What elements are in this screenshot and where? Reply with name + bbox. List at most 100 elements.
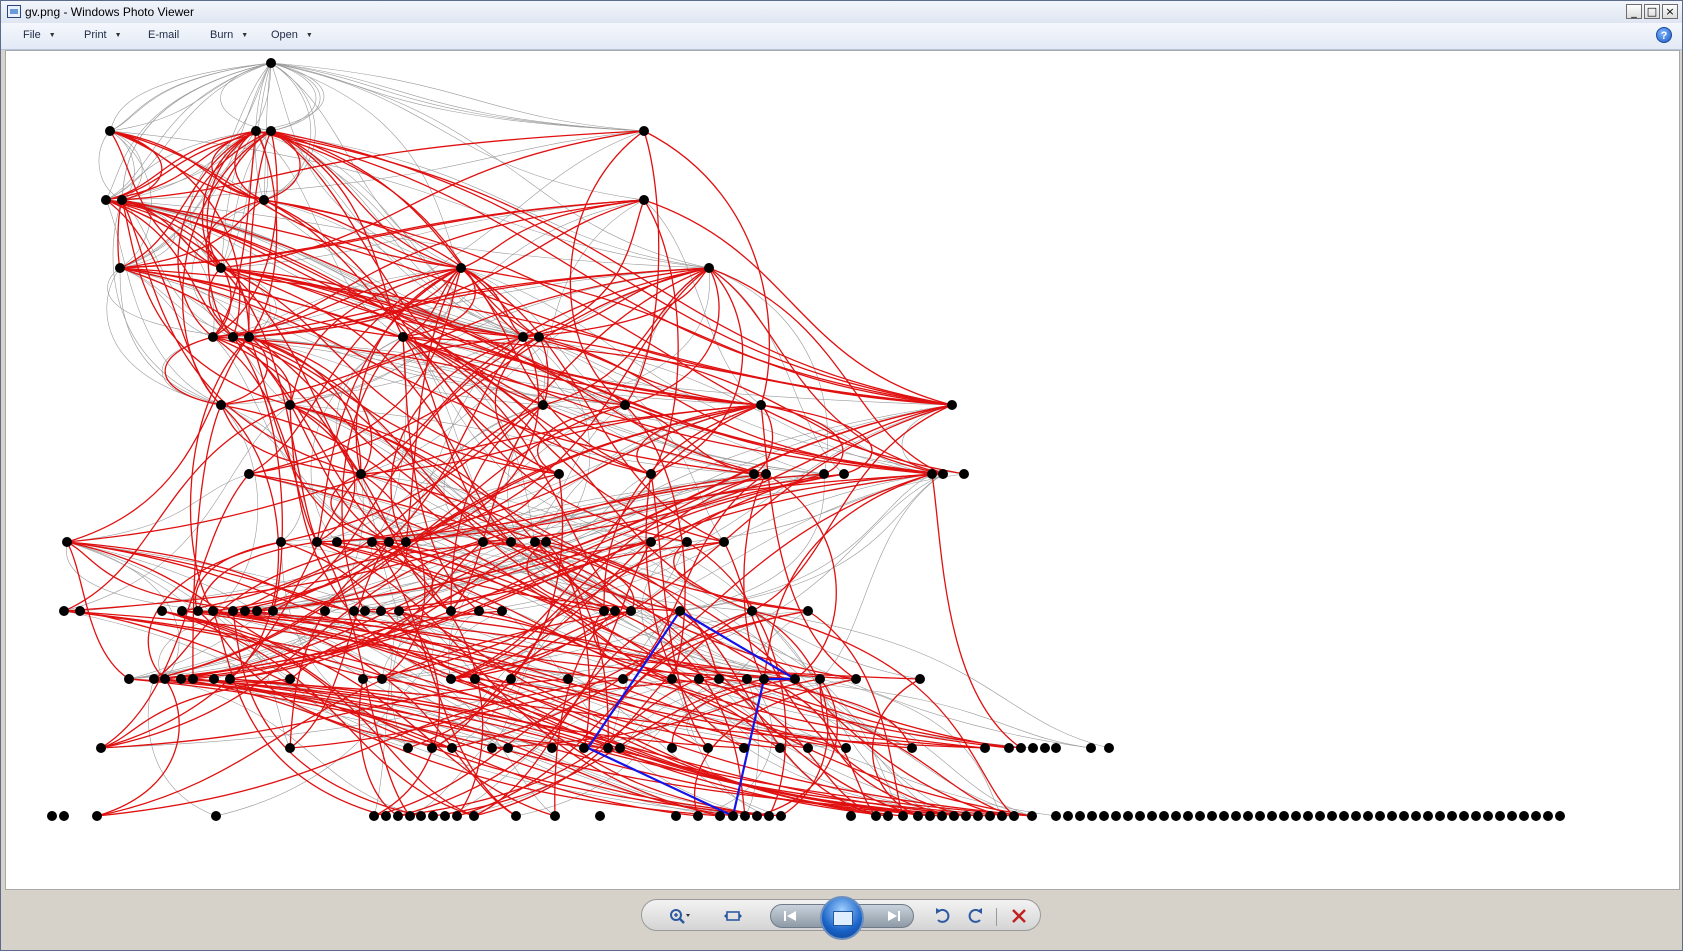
graph-node xyxy=(377,674,387,684)
graph-edge xyxy=(109,130,135,201)
graph-edge xyxy=(63,404,291,612)
graph-node xyxy=(530,537,540,547)
graph-node xyxy=(1543,811,1553,821)
graph-node xyxy=(1040,743,1050,753)
graph-node xyxy=(1123,811,1133,821)
graph-node xyxy=(693,811,703,821)
graph-node xyxy=(985,811,995,821)
graph-node xyxy=(915,674,925,684)
graph-node xyxy=(839,469,849,479)
graph-edge xyxy=(109,62,272,132)
menu-email[interactable]: E-mail xyxy=(148,29,179,41)
graph-node xyxy=(452,811,462,821)
graph-node xyxy=(1147,811,1157,821)
separator xyxy=(996,908,997,926)
graph-node xyxy=(428,811,438,821)
graph-node xyxy=(742,674,752,684)
graph-edge xyxy=(765,473,837,680)
graph-node xyxy=(160,674,170,684)
graph-node xyxy=(506,674,516,684)
next-icon[interactable] xyxy=(883,906,905,926)
graph-node xyxy=(456,263,466,273)
menu-print-label: Print xyxy=(84,29,107,41)
graph-node xyxy=(367,537,377,547)
graph-node xyxy=(1051,811,1061,821)
graph-node xyxy=(959,469,969,479)
graph-edge xyxy=(381,678,943,817)
graph-node xyxy=(1459,811,1469,821)
graph-node xyxy=(925,811,935,821)
graph-node xyxy=(320,606,330,616)
graph-node xyxy=(937,811,947,821)
graph-node xyxy=(1004,743,1014,753)
graph-node xyxy=(1303,811,1313,821)
close-button[interactable]: × xyxy=(1662,4,1678,19)
graph-edge xyxy=(147,678,217,817)
graph-node xyxy=(927,469,937,479)
graph-node xyxy=(1291,811,1301,821)
app-icon xyxy=(7,5,21,18)
graph-node xyxy=(1507,811,1517,821)
graph-edge xyxy=(460,199,645,269)
graph-node xyxy=(1267,811,1277,821)
rotate-counterclockwise-icon[interactable] xyxy=(932,906,954,926)
graph-node xyxy=(1375,811,1385,821)
graph-node xyxy=(554,469,564,479)
graph-node xyxy=(244,332,254,342)
menu-open[interactable]: Open ▼ xyxy=(271,29,313,41)
delete-icon[interactable] xyxy=(1008,906,1030,926)
graph-node xyxy=(312,537,322,547)
zoom-icon[interactable] xyxy=(668,906,690,926)
graph-node xyxy=(1135,811,1145,821)
graph-node xyxy=(447,743,457,753)
graph-node xyxy=(96,743,106,753)
graph-node xyxy=(682,537,692,547)
graph-node xyxy=(704,263,714,273)
graph-node xyxy=(216,263,226,273)
graph-node xyxy=(694,674,704,684)
graph-node xyxy=(1207,811,1217,821)
graph-edge xyxy=(624,130,660,406)
control-bar xyxy=(641,896,1041,940)
graph-node xyxy=(547,743,557,753)
chevron-down-icon: ▼ xyxy=(48,31,56,39)
previous-icon[interactable] xyxy=(779,906,801,926)
graph-node xyxy=(761,469,771,479)
graph-node xyxy=(149,674,159,684)
graph-edge xyxy=(212,404,259,612)
graph-edge xyxy=(542,404,825,475)
graph-node xyxy=(841,743,851,753)
image-view[interactable] xyxy=(5,50,1680,890)
graph-edge xyxy=(751,610,1110,749)
slideshow-icon[interactable] xyxy=(820,896,864,940)
title-bar[interactable]: gv.png - Windows Photo Viewer _ □ × xyxy=(1,1,1682,24)
graph-node xyxy=(815,674,825,684)
graph-node xyxy=(1351,811,1361,821)
menu-file[interactable]: File ▼ xyxy=(23,29,56,41)
menu-print[interactable]: Print ▼ xyxy=(84,29,122,41)
graph-node xyxy=(913,811,923,821)
menu-burn[interactable]: Burn ▼ xyxy=(210,29,248,41)
rotate-clockwise-icon[interactable] xyxy=(964,906,986,926)
graph-node xyxy=(740,811,750,821)
menu-bar: File ▼ Print ▼ E-mail Burn ▼ Open ▼ ? xyxy=(1,23,1682,50)
graph-node xyxy=(764,811,774,821)
graph-node xyxy=(1435,811,1445,821)
minimize-button[interactable]: _ xyxy=(1626,4,1642,19)
graph-node xyxy=(1159,811,1169,821)
graph-node xyxy=(703,743,713,753)
actual-size-icon[interactable] xyxy=(722,906,744,926)
graph-node xyxy=(728,811,738,821)
graph-node xyxy=(1555,811,1565,821)
graph-node xyxy=(59,811,69,821)
graph-node xyxy=(667,743,677,753)
graph-node xyxy=(550,811,560,821)
graph-node xyxy=(1027,811,1037,821)
graph-node xyxy=(949,811,959,821)
maximize-button[interactable]: □ xyxy=(1644,4,1660,19)
graph-node xyxy=(381,811,391,821)
graph-node xyxy=(446,674,456,684)
help-icon[interactable]: ? xyxy=(1656,27,1672,43)
graph-node xyxy=(416,811,426,821)
graph-node xyxy=(1063,811,1073,821)
